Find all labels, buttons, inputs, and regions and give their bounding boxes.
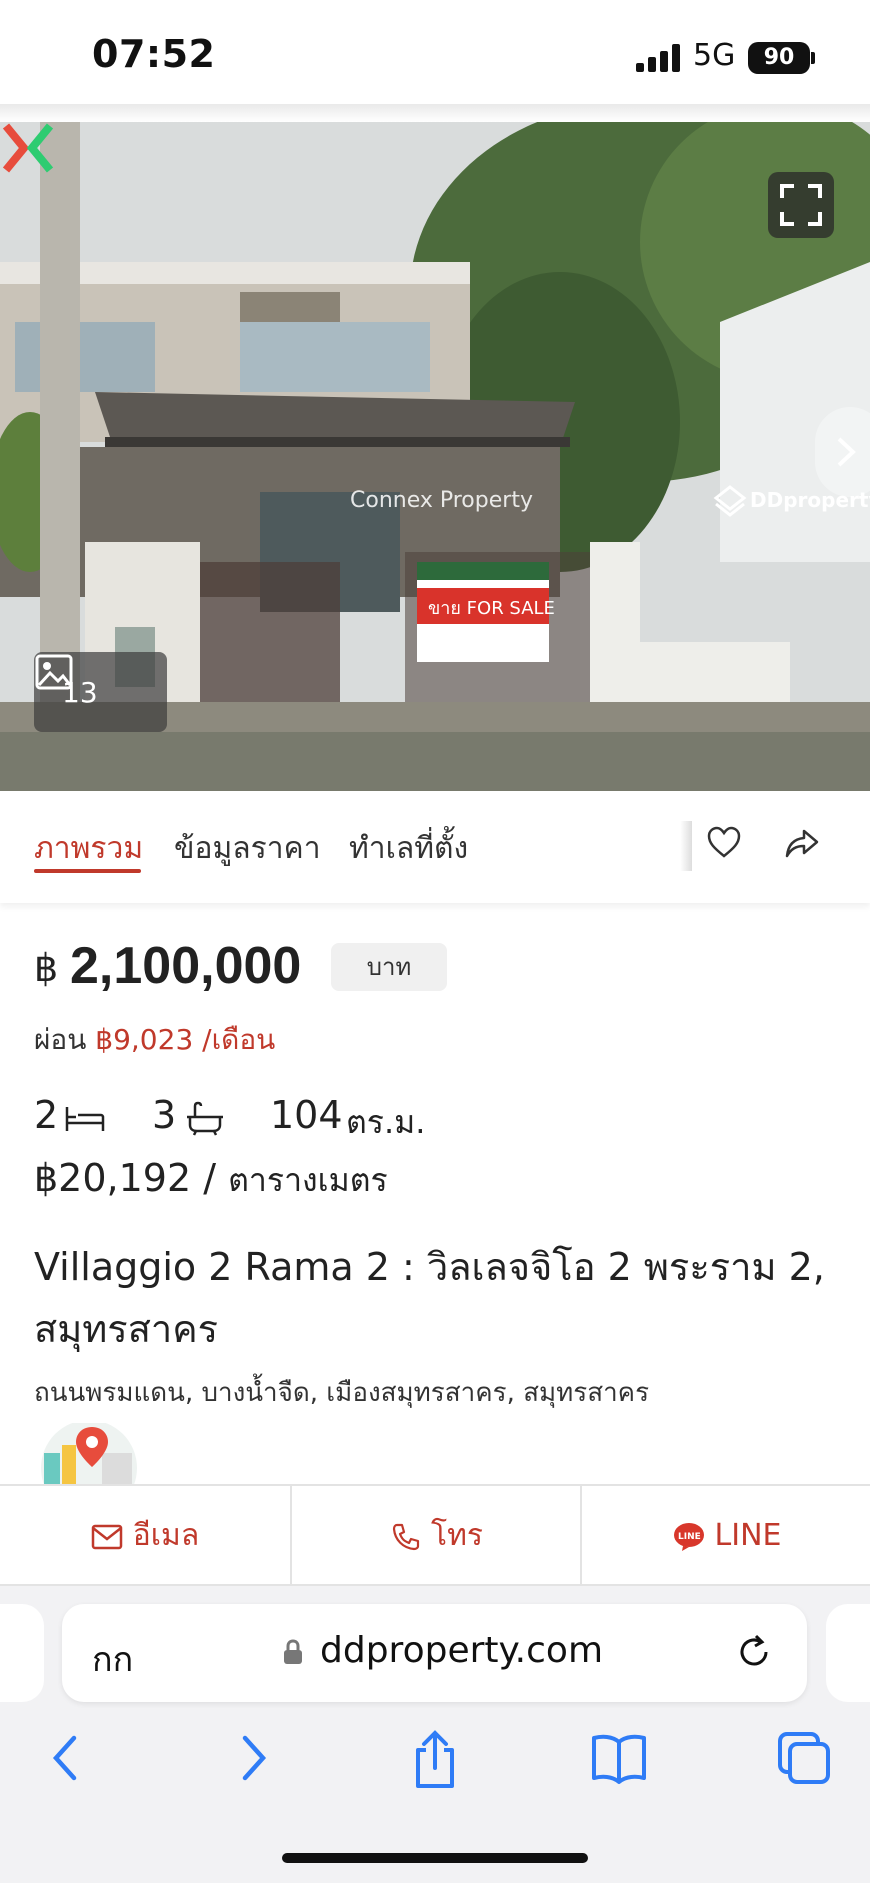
photo-count-badge[interactable]: 13	[34, 652, 167, 732]
section-tabs: ภาพรวม ข้อมูลราคา ทำเลที่ตั้ง	[0, 791, 870, 903]
text-size-button[interactable]: กก	[92, 1632, 133, 1686]
share-sheet-icon[interactable]	[410, 1730, 460, 1790]
address-bar[interactable]: กก ddproperty.com	[62, 1604, 807, 1702]
bathroom-count: 3	[152, 1093, 177, 1137]
map-thumbnail[interactable]	[34, 1423, 144, 1485]
installment-prefix: ผ่อน	[34, 1023, 87, 1056]
bed-icon	[65, 1107, 105, 1131]
bathtub-icon	[187, 1101, 223, 1136]
active-tab-indicator	[34, 869, 141, 873]
chevron-right-icon	[837, 437, 856, 467]
sale-sign-text: ขาย FOR SALE	[428, 598, 555, 619]
home-indicator	[282, 1853, 588, 1863]
listing-photo[interactable]: ขาย FOR SALE Connex Property DDproperty …	[0, 122, 870, 791]
battery-level: 90	[763, 45, 795, 70]
price-unit-badge: บาท	[331, 943, 447, 991]
installment-amount: ฿9,023 /เดือน	[95, 1023, 276, 1056]
call-button[interactable]: โทร	[292, 1486, 582, 1586]
price-per-sqm-value: ฿20,192 /	[34, 1156, 217, 1200]
floor-area: 104	[270, 1093, 343, 1137]
heart-icon[interactable]	[706, 825, 742, 861]
call-button-label: โทร	[430, 1518, 483, 1553]
listing-address: ถนนพรมแดน, บางน้ำจืด, เมืองสมุทรสาคร, สม…	[34, 1378, 650, 1408]
network-label: 5G	[693, 38, 736, 73]
lock-icon	[284, 1639, 302, 1664]
ddproperty-logo-icon	[713, 485, 747, 517]
price-per-sqm: ฿20,192 / ตารางเมตร	[34, 1155, 388, 1206]
tab-price-info[interactable]: ข้อมูลราคา	[174, 825, 321, 872]
bedroom-count: 2	[34, 1093, 59, 1137]
connex-logo	[2, 123, 54, 173]
svg-text:LINE: LINE	[678, 1532, 701, 1542]
reload-icon[interactable]	[734, 1632, 774, 1672]
agency-watermark: Connex Property	[350, 488, 533, 513]
battery-icon: 90	[748, 42, 810, 74]
previous-tab-peek[interactable]	[0, 1604, 44, 1702]
email-button-label: อีเมล	[132, 1518, 200, 1553]
price-currency: ฿	[34, 946, 59, 990]
back-icon[interactable]	[46, 1730, 86, 1786]
tab-location[interactable]: ทำเลที่ตั้ง	[349, 825, 468, 872]
tab-scroll-fade	[680, 821, 692, 871]
phone-icon	[392, 1523, 420, 1550]
share-icon[interactable]	[784, 825, 820, 861]
image-icon	[35, 654, 73, 690]
signal-icon	[636, 44, 680, 72]
next-photo-button[interactable]	[815, 407, 870, 497]
line-button[interactable]: LINE LINE	[582, 1486, 870, 1586]
price-per-sqm-unit: ตารางเมตร	[228, 1161, 388, 1199]
header-shadow	[0, 104, 870, 122]
next-tab-peek[interactable]	[826, 1604, 870, 1702]
line-button-label: LINE	[714, 1518, 782, 1553]
forward-icon[interactable]	[233, 1730, 273, 1786]
status-bar: 07:52 5G 90	[0, 0, 870, 105]
map-pin-icon	[41, 1423, 137, 1485]
email-button[interactable]: อีเมล	[0, 1486, 290, 1586]
listing-title: Villaggio 2 Rama 2 : วิลเลจจิโอ 2 พระราม…	[34, 1245, 825, 1351]
line-chat-icon: LINE	[673, 1522, 704, 1551]
contact-bar: อีเมล โทร LINE LINE	[0, 1484, 870, 1586]
tab-overview[interactable]: ภาพรวม	[34, 825, 143, 872]
tabs-icon[interactable]	[776, 1730, 832, 1786]
battery-nub	[811, 52, 815, 64]
listing-price: 2,100,000	[70, 937, 302, 995]
fullscreen-button[interactable]	[768, 172, 834, 238]
bookmarks-icon[interactable]	[590, 1730, 648, 1786]
status-time: 07:52	[92, 32, 216, 76]
expand-icon	[780, 184, 822, 226]
floor-area-unit: ตร.ม.	[346, 1103, 426, 1141]
installment-line: ผ่อน ฿9,023 /เดือน	[34, 1018, 275, 1062]
mail-icon	[91, 1524, 123, 1549]
url-text: ddproperty.com	[320, 1630, 604, 1671]
